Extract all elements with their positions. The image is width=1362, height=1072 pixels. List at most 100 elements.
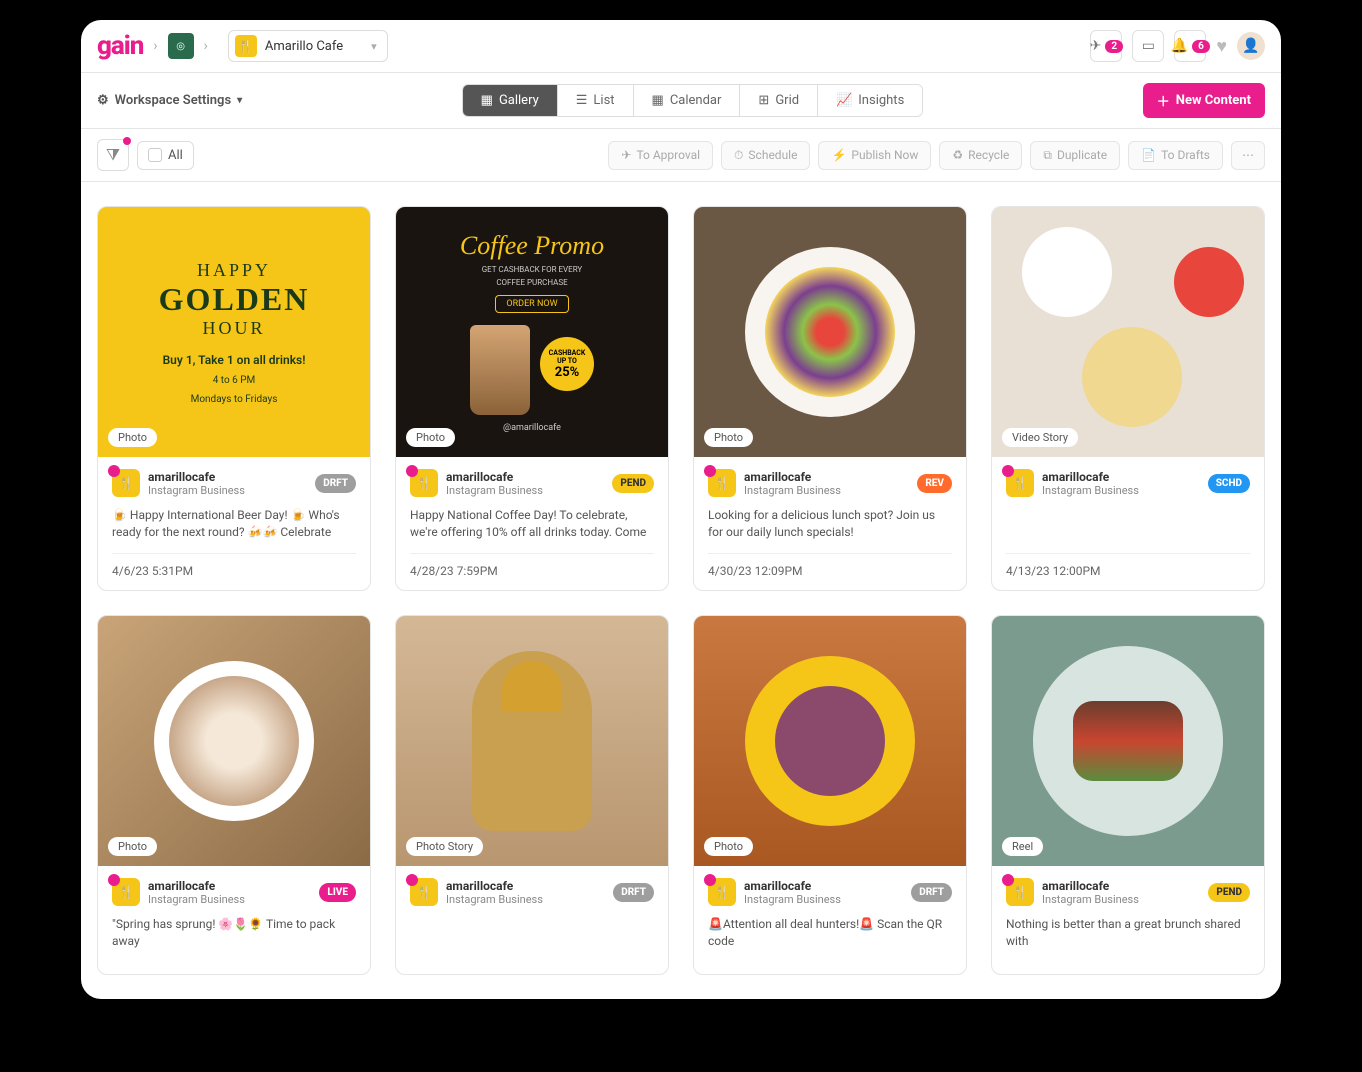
filter-icon: ⧩ — [106, 145, 120, 165]
card-image: Photo — [694, 616, 966, 866]
copy-icon: ⧉ — [1043, 148, 1052, 163]
subbar: ⚙ Workspace Settings ▾ ▦Gallery ☰List ▦C… — [81, 73, 1281, 129]
calendar-icon: ▦ — [652, 93, 664, 108]
media-type-tag: Photo — [406, 428, 455, 447]
workspace-settings-button[interactable]: ⚙ Workspace Settings ▾ — [97, 93, 242, 108]
grid-alt-icon: ⊞ — [758, 93, 769, 108]
card-caption — [1006, 507, 1250, 541]
account-icon: 🍴 — [112, 878, 140, 906]
account-icon: 🍴 — [1006, 878, 1034, 906]
chevron-icon: › — [153, 38, 157, 54]
card-image: Photo — [694, 207, 966, 457]
card-header: 🍴 amarillocafe Instagram Business PEND — [1006, 878, 1250, 906]
account-text: amarillocafe Instagram Business — [744, 879, 903, 906]
media-type-tag: Photo — [108, 428, 157, 447]
account-icon: 🍴 — [410, 469, 438, 497]
media-type-tag: Photo — [704, 837, 753, 856]
account-text: amarillocafe Instagram Business — [446, 470, 604, 497]
card-image: HAPPYGOLDENHOURBuy 1, Take 1 on all drin… — [98, 207, 370, 457]
media-type-tag: Photo Story — [406, 837, 483, 856]
account-type: Instagram Business — [744, 893, 903, 906]
favorites-button[interactable]: ♥ — [1216, 36, 1227, 57]
account-text: amarillocafe Instagram Business — [1042, 470, 1200, 497]
plus-icon: ＋ — [1157, 91, 1170, 110]
account-name: amarillocafe — [446, 879, 605, 893]
card-body: 🍴 amarillocafe Instagram Business DRFT 🚨… — [694, 866, 966, 974]
bell-icon: 🔔 — [1171, 38, 1188, 54]
status-badge: PEND — [612, 474, 654, 493]
content-card[interactable]: Coffee PromoGET CASHBACK FOR EVERYCOFFEE… — [395, 206, 669, 591]
clock-icon: ⏱ — [734, 148, 743, 163]
send-button[interactable]: ✈ 2 — [1090, 30, 1122, 62]
status-badge: REV — [917, 474, 952, 493]
status-badge: PEND — [1208, 883, 1250, 902]
content-card[interactable]: HAPPYGOLDENHOURBuy 1, Take 1 on all drin… — [97, 206, 371, 591]
card-body: 🍴 amarillocafe Instagram Business SCHD 4… — [992, 457, 1264, 590]
content-card[interactable]: Video Story 🍴 amarillocafe Instagram Bus… — [991, 206, 1265, 591]
account-text: amarillocafe Instagram Business — [148, 879, 311, 906]
card-header: 🍴 amarillocafe Instagram Business SCHD — [1006, 469, 1250, 497]
account-name: amarillocafe — [1042, 879, 1200, 893]
card-body: 🍴 amarillocafe Instagram Business DRFT — [396, 866, 668, 974]
paper-plane-icon: ✈ — [1090, 38, 1102, 54]
view-list[interactable]: ☰List — [558, 85, 634, 116]
card-header: 🍴 amarillocafe Instagram Business DRFT — [112, 469, 356, 497]
user-avatar[interactable]: 👤 — [1237, 32, 1265, 60]
account-type: Instagram Business — [1042, 484, 1200, 497]
card-header: 🍴 amarillocafe Instagram Business PEND — [410, 469, 654, 497]
card-caption: 🍺 Happy International Beer Day! 🍺 Who's … — [112, 507, 356, 541]
card-body: 🍴 amarillocafe Instagram Business PEND H… — [396, 457, 668, 590]
account-type: Instagram Business — [446, 484, 604, 497]
account-type: Instagram Business — [148, 893, 311, 906]
file-icon: 📄 — [1141, 148, 1156, 162]
view-grid[interactable]: ⊞Grid — [740, 85, 818, 116]
card-image: Photo — [98, 616, 370, 866]
notifications-button[interactable]: 🔔 6 — [1174, 30, 1206, 62]
card-timestamp: 4/13/23 12:00PM — [1006, 553, 1250, 578]
recycle-button[interactable]: ♻Recycle — [939, 141, 1022, 170]
view-gallery[interactable]: ▦Gallery — [463, 85, 558, 116]
card-caption — [410, 916, 654, 950]
chevron-icon: › — [204, 38, 208, 54]
schedule-button[interactable]: ⏱Schedule — [721, 141, 810, 170]
account-type: Instagram Business — [148, 484, 307, 497]
account-icon: 🍴 — [1006, 469, 1034, 497]
chevron-down-icon: ▾ — [237, 95, 242, 106]
card-caption: Looking for a delicious lunch spot? Join… — [708, 507, 952, 541]
publish-now-button[interactable]: ⚡Publish Now — [818, 141, 931, 170]
status-badge: DRFT — [911, 883, 952, 902]
workspace-selector[interactable]: 🍴 Amarillo Cafe ▾ — [228, 30, 388, 62]
archive-button[interactable]: ▭ — [1132, 30, 1164, 62]
gear-icon: ⚙ — [97, 93, 109, 108]
more-button[interactable]: ⋯ — [1231, 141, 1265, 170]
content-card[interactable]: Photo 🍴 amarillocafe Instagram Business … — [693, 206, 967, 591]
account-text: amarillocafe Instagram Business — [148, 470, 307, 497]
content-card[interactable]: Photo 🍴 amarillocafe Instagram Business … — [693, 615, 967, 975]
status-badge: SCHD — [1208, 474, 1250, 493]
card-caption: "Spring has sprung! 🌸🌷🌻 Time to pack awa… — [112, 916, 356, 950]
chevron-down-icon: ▾ — [371, 40, 377, 53]
checkbox-icon — [148, 148, 162, 162]
content-card[interactable]: Photo Story 🍴 amarillocafe Instagram Bus… — [395, 615, 669, 975]
filter-button[interactable]: ⧩ — [97, 139, 129, 171]
select-all[interactable]: All — [137, 141, 194, 170]
card-body: 🍴 amarillocafe Instagram Business REV Lo… — [694, 457, 966, 590]
content-card[interactable]: Photo 🍴 amarillocafe Instagram Business … — [97, 615, 371, 975]
to-approval-button[interactable]: ✈To Approval — [608, 141, 713, 170]
account-icon: 🍴 — [708, 878, 736, 906]
send-badge: 2 — [1105, 40, 1123, 53]
to-drafts-button[interactable]: 📄To Drafts — [1128, 141, 1223, 170]
account-name: amarillocafe — [744, 879, 903, 893]
org-avatar[interactable]: ◎ — [168, 33, 194, 59]
card-body: 🍴 amarillocafe Instagram Business LIVE "… — [98, 866, 370, 974]
media-type-tag: Video Story — [1002, 428, 1078, 447]
account-icon: 🍴 — [410, 878, 438, 906]
new-content-button[interactable]: ＋ New Content — [1143, 83, 1265, 118]
view-calendar[interactable]: ▦Calendar — [634, 85, 741, 116]
view-insights[interactable]: 📈Insights — [818, 85, 922, 116]
chart-icon: 📈 — [836, 93, 852, 108]
duplicate-button[interactable]: ⧉Duplicate — [1030, 141, 1120, 170]
topbar-right: ✈ 2 ▭ 🔔 6 ♥ 👤 — [1090, 30, 1265, 62]
content-card[interactable]: Reel 🍴 amarillocafe Instagram Business P… — [991, 615, 1265, 975]
workspace-name: Amarillo Cafe — [265, 39, 343, 54]
